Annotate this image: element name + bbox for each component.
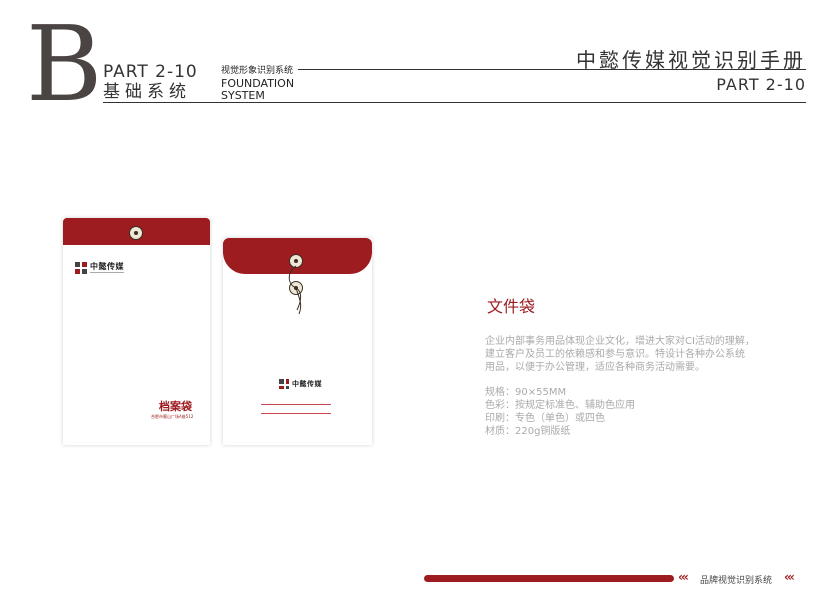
manual-title: 中懿传媒视觉识别手册 [576,48,806,72]
footer-label: 品牌视觉识别系统 [700,576,773,586]
section-letter: B [26,3,103,125]
spec-size: 规格：90×55MM [485,387,567,398]
logo-icon [75,262,87,274]
logo-tagline [90,272,124,273]
envelope-label: 档案袋 [159,400,192,413]
logo-icon [279,379,289,389]
part-number: PART 2-10 [103,62,198,82]
address-line-2 [261,413,331,414]
spec-print: 印刷：专色（单色）或四色 [485,413,605,424]
footer-bar [424,575,674,582]
header-rule-bottom [103,102,806,103]
subsystem-cn: 视觉形象识别系统 [221,66,294,76]
address-line-1 [261,404,331,405]
subsystem-en-2: SYSTEM [221,89,265,102]
envelope-label-sub: 合肥市蜀山广场A座512 [151,414,194,419]
envelope-front: 中懿传媒 档案袋 合肥市蜀山广场A座512 [63,218,210,445]
envelope-back-logo-text: 中懿传媒 [292,380,322,388]
envelope-front-logo-text: 中懿传媒 [90,262,124,271]
footer-chevron-left-icon: ‹‹‹ [678,570,689,584]
string-button-icon [129,226,143,240]
tie-string-icon [288,265,302,315]
section-title-cn: 基础系统 [103,82,191,102]
spec-color: 色彩：按规定标准色、辅助色应用 [485,400,635,411]
footer-chevron-right-icon: ‹‹‹ [784,570,795,584]
item-title: 文件袋 [487,297,536,316]
manual-part: PART 2-10 [716,75,806,94]
envelope-back: 中懿传媒 [223,238,372,445]
description-line-2: 建立客户及员工的依赖感和参与意识。特设计各种办公系统 [485,349,745,360]
description-line-1: 企业内部事务用品体现企业文化，增进大家对CI活动的理解， [485,336,755,347]
description-line-3: 用品，以便于办公管理，适应各种商务活动需要。 [485,362,705,373]
spec-material: 材质：220g铜版纸 [485,426,571,437]
